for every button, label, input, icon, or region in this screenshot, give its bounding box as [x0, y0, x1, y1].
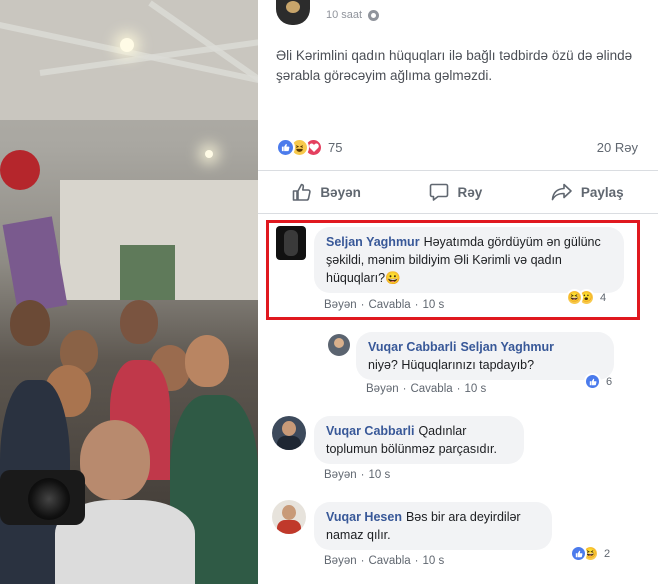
commenter-avatar[interactable]	[272, 416, 306, 450]
comment-author[interactable]: Vuqar Cabbarli	[368, 340, 456, 354]
comment-meta: Bəyən · 10 s	[324, 469, 391, 481]
comment-bubble: Vuqar Cabbarli Seljan Yaghmur niyə? Hüquql…	[356, 332, 614, 380]
post-header: 10 saat	[276, 0, 380, 30]
artwork	[2, 216, 68, 314]
comment-like-link[interactable]: Bəyən	[366, 383, 399, 395]
comment-reactions[interactable]: 😆 2	[570, 545, 610, 562]
red-artwork	[0, 150, 40, 190]
commenter-avatar[interactable]	[328, 334, 350, 356]
comment-icon	[430, 183, 449, 201]
like-icon	[584, 373, 601, 390]
comment-time[interactable]: 10 s	[465, 383, 487, 395]
share-button-label: Paylaş	[580, 184, 624, 200]
post-text: Əli Kərimlini qadın hüquqları ilə bağlı …	[276, 48, 633, 83]
like-button[interactable]: Bəyən	[292, 183, 361, 201]
artwork	[120, 245, 175, 300]
comment-like-link[interactable]: Bəyən	[324, 555, 357, 567]
comment-time[interactable]: 10 s	[368, 469, 390, 481]
comment-reply-link[interactable]: Cavabla	[368, 555, 410, 567]
comment-author[interactable]: Vuqar Hesen	[326, 510, 402, 524]
ceiling-light	[205, 150, 213, 158]
comment-meta: Bəyən · Cavabla · 10 s	[366, 383, 487, 395]
person	[120, 300, 158, 344]
like-button-label: Bəyən	[320, 184, 361, 200]
comment-count[interactable]: 20 Rəy	[597, 140, 638, 155]
comment-button-label: Rəy	[457, 184, 483, 200]
comment-reaction-count: 6	[606, 375, 613, 388]
comment-author[interactable]: Vuqar Cabbarli	[326, 424, 414, 438]
comment-reply-link[interactable]: Cavabla	[410, 383, 452, 395]
author-avatar[interactable]	[276, 0, 310, 25]
globe-icon	[368, 9, 380, 21]
comment-like-link[interactable]: Bəyən	[324, 469, 357, 481]
like-icon	[570, 545, 587, 562]
reaction-summary[interactable]: 75	[276, 136, 342, 158]
post-actions: Bəyən Rəy Paylaş	[258, 170, 658, 214]
thumbs-up-icon	[293, 183, 312, 201]
comment-reaction-count: 2	[604, 547, 611, 560]
like-icon	[276, 137, 295, 157]
photographer	[80, 420, 150, 500]
comment-meta: Bəyən · Cavabla · 10 s	[324, 555, 445, 567]
post-time[interactable]: 10 saat	[326, 9, 362, 21]
reaction-count: 75	[328, 139, 343, 155]
event-photo	[0, 0, 258, 584]
comment-time[interactable]: 10 s	[423, 555, 445, 567]
comment-bubble: Vuqar Hesen Bəs bir ara deyirdilər namaz …	[314, 502, 552, 550]
comment-bubble: Vuqar Cabbarli Qadınlar toplumun bölünməz…	[314, 416, 524, 464]
share-button[interactable]: Paylaş	[551, 183, 624, 201]
share-icon	[551, 183, 572, 201]
comment-text: niyə? Hüquqlarınızı tapdayıb?	[368, 358, 535, 372]
haha-icon: 😆	[566, 289, 583, 306]
comment-button[interactable]: Rəy	[429, 183, 482, 201]
ceiling-light	[120, 38, 134, 52]
commenter-avatar[interactable]	[272, 500, 306, 534]
camera-lens	[28, 478, 70, 520]
comment-mention[interactable]: Seljan Yaghmur	[460, 340, 554, 354]
comment-reactions[interactable]: 6	[584, 373, 612, 390]
person	[10, 300, 50, 346]
person	[185, 335, 229, 387]
